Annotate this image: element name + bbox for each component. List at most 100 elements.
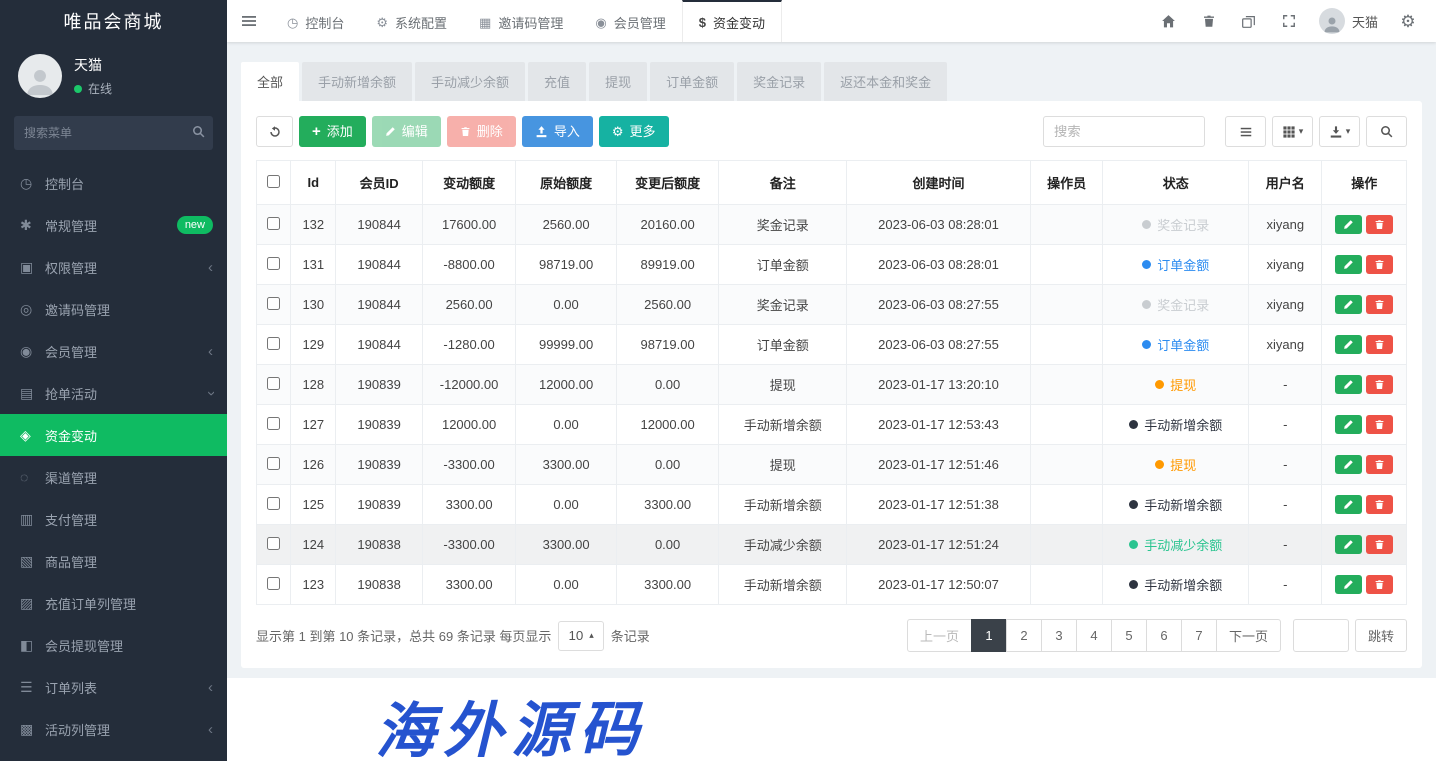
row-checkbox[interactable] (267, 537, 280, 550)
page-button-1[interactable]: 1 (971, 619, 1007, 652)
table-row[interactable]: 13219084417600.002560.0020160.00奖金记录2023… (257, 205, 1407, 245)
row-edit-button[interactable] (1335, 455, 1362, 474)
row-delete-button[interactable] (1366, 455, 1393, 474)
column-header[interactable]: 备注 (719, 161, 847, 205)
sidebar-search-input[interactable] (14, 116, 213, 150)
page-button-5[interactable]: 5 (1111, 619, 1147, 652)
jump-button[interactable]: 跳转 (1355, 619, 1407, 652)
row-delete-button[interactable] (1366, 495, 1393, 514)
sidebar-item-0[interactable]: ◷控制台 (0, 162, 227, 204)
add-button[interactable]: +添加 (299, 116, 366, 147)
column-header[interactable]: 操作员 (1030, 161, 1102, 205)
column-header[interactable]: 状态 (1103, 161, 1249, 205)
tab-0[interactable]: 全部 (241, 62, 299, 101)
sidebar-item-3[interactable]: ◎邀请码管理 (0, 288, 227, 330)
page-button-2[interactable]: 2 (1006, 619, 1042, 652)
tab-6[interactable]: 奖金记录 (737, 62, 821, 101)
column-header[interactable]: Id (291, 161, 336, 205)
row-checkbox[interactable] (267, 217, 280, 230)
row-checkbox[interactable] (267, 377, 280, 390)
table-search-input[interactable] (1043, 116, 1205, 147)
table-row[interactable]: 126190839-3300.003300.000.00提现2023-01-17… (257, 445, 1407, 485)
row-checkbox[interactable] (267, 457, 280, 470)
row-delete-button[interactable] (1366, 335, 1393, 354)
avatar[interactable] (18, 54, 62, 98)
row-edit-button[interactable] (1335, 535, 1362, 554)
row-edit-button[interactable] (1335, 495, 1362, 514)
table-row[interactable]: 12719083912000.000.0012000.00手动新增余额2023-… (257, 405, 1407, 445)
table-row[interactable]: 128190839-12000.0012000.000.00提现2023-01-… (257, 365, 1407, 405)
detail-view-button[interactable] (1225, 116, 1266, 147)
row-edit-button[interactable] (1335, 375, 1362, 394)
row-delete-button[interactable] (1366, 575, 1393, 594)
prev-page-button[interactable]: 上一页 (907, 619, 972, 652)
row-delete-button[interactable] (1366, 535, 1393, 554)
tab-3[interactable]: 充值 (528, 62, 586, 101)
columns-button[interactable]: ▾ (1272, 116, 1313, 147)
row-edit-button[interactable] (1335, 255, 1362, 274)
column-header[interactable]: 创建时间 (847, 161, 1031, 205)
tab-4[interactable]: 提现 (589, 62, 647, 101)
column-header[interactable]: 操作 (1322, 161, 1407, 205)
column-header[interactable]: 变更后额度 (616, 161, 719, 205)
sidebar-item-1[interactable]: ✱常规管理new (0, 204, 227, 246)
edit-button[interactable]: 编辑 (372, 116, 441, 147)
row-checkbox[interactable] (267, 337, 280, 350)
sidebar-item-6[interactable]: ◈资金变动 (0, 414, 227, 456)
topbar-item-4[interactable]: $资金变动 (682, 0, 782, 42)
row-edit-button[interactable] (1335, 575, 1362, 594)
column-header[interactable]: 变动额度 (422, 161, 515, 205)
row-delete-button[interactable] (1366, 215, 1393, 234)
jump-page-input[interactable] (1293, 619, 1349, 652)
row-edit-button[interactable] (1335, 335, 1362, 354)
row-checkbox[interactable] (267, 577, 280, 590)
tab-5[interactable]: 订单金额 (650, 62, 734, 101)
row-edit-button[interactable] (1335, 295, 1362, 314)
row-delete-button[interactable] (1366, 255, 1393, 274)
select-all-checkbox[interactable] (267, 175, 280, 188)
row-checkbox[interactable] (267, 497, 280, 510)
topbar-item-0[interactable]: ◷控制台 (271, 0, 360, 42)
next-page-button[interactable]: 下一页 (1216, 619, 1281, 652)
topbar-item-2[interactable]: ▦邀请码管理 (463, 0, 579, 42)
row-delete-button[interactable] (1366, 375, 1393, 394)
table-row[interactable]: 1301908442560.000.002560.00奖金记录2023-06-0… (257, 285, 1407, 325)
search-icon[interactable] (192, 125, 205, 140)
more-button[interactable]: ⚙更多 (599, 116, 669, 147)
export-button[interactable]: ▾ (1319, 116, 1360, 147)
sidebar-item-10[interactable]: ▨充值订单列管理 (0, 582, 227, 624)
row-edit-button[interactable] (1335, 415, 1362, 434)
row-edit-button[interactable] (1335, 215, 1362, 234)
fullscreen-icon[interactable] (1269, 0, 1309, 42)
topbar-item-1[interactable]: ⚙系统配置 (360, 0, 463, 42)
refresh-button[interactable] (256, 116, 293, 147)
sidebar-item-5[interactable]: ▤抢单活动‹ (0, 372, 227, 414)
tab-7[interactable]: 返还本金和奖金 (824, 62, 947, 101)
table-row[interactable]: 131190844-8800.0098719.0089919.00订单金额202… (257, 245, 1407, 285)
table-row[interactable]: 1251908393300.000.003300.00手动新增余额2023-01… (257, 485, 1407, 525)
sidebar-item-8[interactable]: ▥支付管理 (0, 498, 227, 540)
row-checkbox[interactable] (267, 417, 280, 430)
row-delete-button[interactable] (1366, 295, 1393, 314)
cache-icon[interactable] (1229, 0, 1269, 42)
tab-2[interactable]: 手动减少余额 (415, 62, 525, 101)
page-size-dropdown[interactable]: 10 ▴ (558, 621, 603, 651)
sidebar-item-7[interactable]: ◌渠道管理 (0, 456, 227, 498)
home-icon[interactable] (1149, 0, 1189, 42)
menu-toggle-icon[interactable] (227, 0, 271, 42)
column-header[interactable]: 原始额度 (516, 161, 617, 205)
row-checkbox[interactable] (267, 297, 280, 310)
sidebar-item-12[interactable]: ☰订单列表‹ (0, 666, 227, 708)
page-button-4[interactable]: 4 (1076, 619, 1112, 652)
delete-button[interactable]: 删除 (447, 116, 516, 147)
sidebar-item-13[interactable]: ▩活动列管理‹ (0, 708, 227, 750)
sidebar-item-4[interactable]: ◉会员管理‹ (0, 330, 227, 372)
page-button-6[interactable]: 6 (1146, 619, 1182, 652)
page-button-3[interactable]: 3 (1041, 619, 1077, 652)
table-row[interactable]: 129190844-1280.0099999.0098719.00订单金额202… (257, 325, 1407, 365)
column-header[interactable]: 会员ID (336, 161, 422, 205)
trash-icon[interactable] (1189, 0, 1229, 42)
sidebar-item-11[interactable]: ◧会员提现管理 (0, 624, 227, 666)
page-button-7[interactable]: 7 (1181, 619, 1217, 652)
topbar-user[interactable]: 天猫 (1309, 8, 1388, 34)
